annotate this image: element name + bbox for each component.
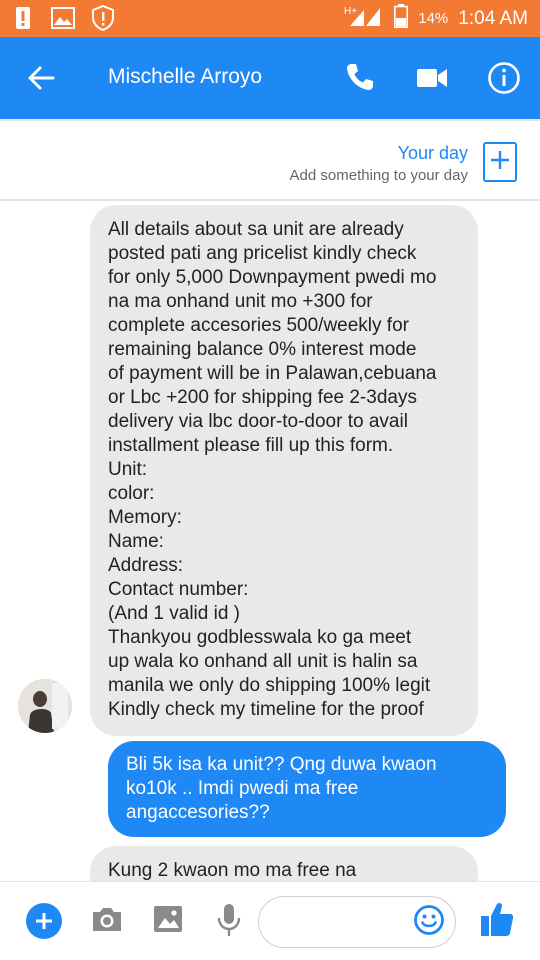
message-text-line: up wala ko onhand all unit is halin sa [108,651,418,672]
message-text-line: Thankyou godblesswala ko ga meet [108,627,412,648]
plus-icon [490,150,510,175]
gallery-notification-icon [50,5,76,31]
message-list[interactable]: All details about sa unit are already pos… [0,201,540,881]
network-type-label: H+ [344,6,357,17]
message-text-line: remaining balance 0% interest mode [108,339,417,360]
message-text-line: (And 1 valid id ) [108,603,241,624]
contact-avatar[interactable] [18,679,72,733]
emoji-icon[interactable] [413,904,445,936]
signal-icon: H+ [342,4,384,33]
message-text-line: Kung 2 kwaon mo ma free na [108,860,357,881]
contact-name[interactable]: Mischelle Arroyo [108,65,262,89]
incoming-message[interactable]: All details about sa unit are already pos… [90,205,478,736]
message-text-line: color: [108,483,155,504]
your-day-subtitle: Add something to your day [289,167,468,184]
video-camera-icon[interactable] [416,63,448,93]
thumbs-up-icon[interactable] [479,900,515,938]
message-text-line: Name: [108,531,164,552]
your-day-title[interactable]: Your day [398,143,468,164]
conversation-header: Mischelle Arroyo [0,37,540,119]
message-text-line: for only 5,000 Downpayment pwedi mo [108,267,437,288]
message-text-line: delivery via lbc door-to-door to avail [108,411,408,432]
phone-icon[interactable] [344,61,376,93]
back-arrow-icon[interactable] [26,63,56,93]
message-text-line: Unit: [108,459,148,480]
add-to-day-button[interactable] [483,142,517,182]
message-text-line: na ma onhand unit mo +300 for [108,291,373,312]
message-text-line: Address: [108,555,183,576]
status-bar: H+ 14% 1:04 AM [0,0,540,37]
message-text-line: or Lbc +200 for shipping fee 2-3days [108,387,417,408]
incoming-message[interactable]: Kung 2 kwaon mo ma free na [90,846,478,881]
message-text-line: Memory: [108,507,182,528]
message-text-line: posted pati ang pricelist kindly check [108,243,417,264]
battery-icon [394,4,409,33]
outgoing-message[interactable]: Bli 5k isa ka unit?? Qng duwa kwaon ko10… [108,741,506,837]
info-icon[interactable] [487,61,521,95]
microphone-icon[interactable] [216,902,242,938]
clock: 1:04 AM [458,7,528,29]
message-composer [0,881,540,960]
message-text-line: complete accesories 500/weekly for [108,315,409,336]
message-text-line: installment please fill up this form. [108,435,394,456]
message-text-line: All details about sa unit are already [108,219,404,240]
message-text-line: manila we only do shipping 100% legit [108,675,431,696]
message-text-line: accesories?? [157,802,270,823]
message-text-line: Kindly check my timeline for the proof [108,699,424,720]
message-text-line: Contact number: [108,579,249,600]
your-day-banner[interactable]: Your day Add something to your day [0,119,540,201]
message-text-line: of payment will be in Palawan,cebuana [108,363,437,384]
battery-percent: 14% [418,10,449,27]
image-icon[interactable] [152,904,184,934]
camera-icon[interactable] [90,904,124,934]
plus-icon[interactable] [26,903,62,939]
warning-shield-icon [90,5,116,31]
alert-icon [10,5,36,31]
